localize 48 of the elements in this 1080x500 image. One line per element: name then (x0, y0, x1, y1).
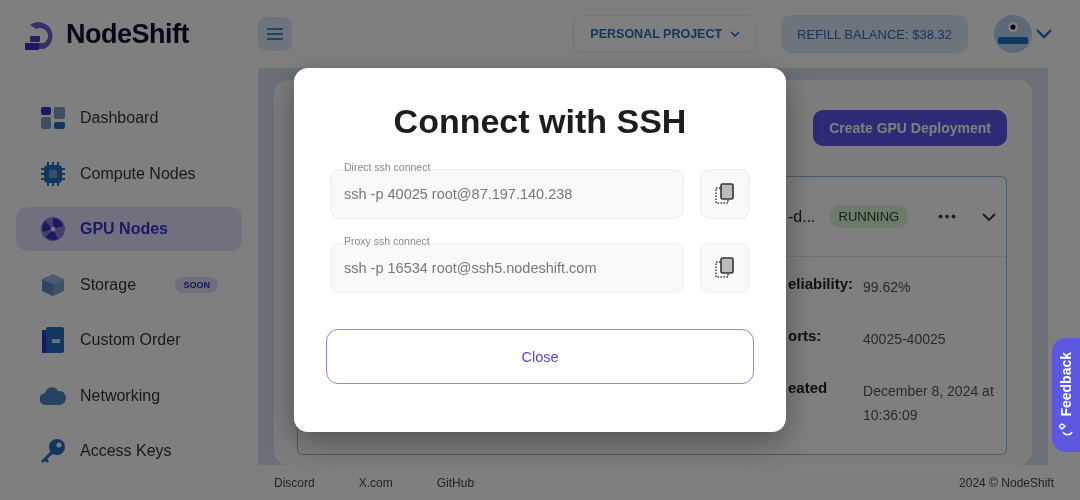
field-label: Direct ssh connect (342, 161, 433, 173)
sidebar-item[interactable]: Compute Nodes (16, 151, 242, 196)
menu-button[interactable] (258, 17, 292, 51)
more-icon[interactable] (938, 214, 957, 219)
sidebar-item[interactable]: Storage SOON (16, 262, 242, 307)
node-name: -d... (788, 207, 816, 226)
smile-icon (1059, 422, 1073, 439)
clipboard-icon (42, 327, 64, 353)
sidebar-item[interactable]: GPU Nodes (16, 207, 242, 251)
footer-link[interactable]: Discord (274, 475, 315, 490)
dialog-title: Connect with SSH (392, 102, 688, 141)
avatar-icon[interactable] (994, 15, 1032, 53)
close-button[interactable]: Close (326, 329, 754, 384)
brand-name: NodeShift (66, 18, 189, 50)
copy-button[interactable] (700, 169, 750, 219)
sidebar-item[interactable]: Custom Order (16, 318, 242, 362)
sidebar-item[interactable]: Dashboard (16, 96, 242, 140)
create-deployment-button[interactable]: Create GPU Deployment (813, 110, 1007, 146)
detail-label: eated (788, 379, 829, 398)
menu-icon (267, 28, 283, 40)
footer-link[interactable]: X.com (358, 475, 393, 490)
detail-label: eliability: (788, 275, 854, 294)
detail-value: 40025-40025 (863, 330, 947, 349)
feedback-tab[interactable]: Feedback (1052, 338, 1080, 452)
detail-value: 99.62% (863, 278, 912, 297)
key-icon (40, 438, 66, 464)
detail-value: December 8, 2024 at 10:36:09 (863, 382, 995, 425)
cloud-icon (40, 386, 66, 405)
status-badge: RUNNING (829, 205, 909, 228)
copy-icon (715, 183, 735, 205)
project-selector[interactable]: PERSONAL PROJECT (573, 15, 758, 53)
refill-balance-button[interactable]: REFILL BALANCE: $38.32 (781, 15, 968, 53)
field-label: Proxy ssh connect (342, 235, 432, 247)
copy-icon (715, 257, 735, 279)
cube-icon (41, 272, 65, 297)
chevron-down-icon (730, 31, 741, 37)
chip-icon (41, 161, 65, 186)
sidebar-item[interactable]: Access Keys (16, 429, 242, 473)
fan-icon (41, 217, 65, 241)
detail-label: orts: (788, 327, 823, 346)
chevron-down-icon[interactable] (1036, 29, 1052, 39)
soon-badge: SOON (175, 276, 218, 293)
sidebar-item[interactable]: Networking (16, 373, 242, 418)
footer-link[interactable]: GitHub (436, 475, 475, 490)
chevron-down-icon[interactable] (982, 212, 997, 221)
dashboard-icon (41, 107, 65, 129)
copy-button[interactable] (700, 243, 750, 293)
copyright: 2024 © NodeShift (959, 475, 1054, 490)
